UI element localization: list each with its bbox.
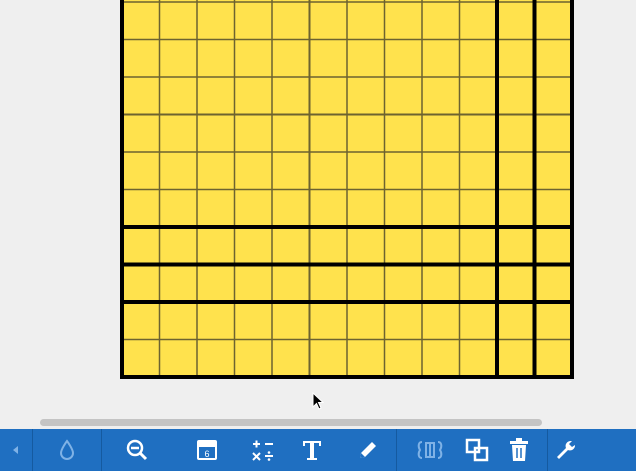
mouse-cursor-icon [312, 392, 325, 410]
group-icon [416, 439, 444, 461]
duplicate-button[interactable] [463, 429, 491, 471]
group-button[interactable] [397, 429, 463, 471]
base-ten-grid[interactable] [120, 0, 574, 379]
horizontal-scrollbar-thumb[interactable] [40, 419, 542, 426]
base-ten-grid-svg[interactable] [0, 0, 636, 415]
text-tool-button[interactable] [284, 429, 340, 471]
previous-button[interactable] [0, 429, 32, 471]
settings-icon [555, 439, 577, 461]
pencil-button[interactable] [340, 429, 396, 471]
svg-text:6: 6 [204, 449, 209, 459]
tile-piece-button[interactable]: 6 [172, 429, 242, 471]
previous-icon [9, 440, 23, 460]
bottom-toolbar: 6 [0, 429, 636, 471]
fill-color-button[interactable] [33, 429, 101, 471]
operations-icon [251, 438, 275, 462]
zoom-out-icon [125, 438, 149, 462]
settings-button[interactable] [548, 429, 583, 471]
duplicate-icon [465, 438, 489, 462]
pencil-icon [357, 439, 379, 461]
zoom-out-button[interactable] [102, 429, 172, 471]
fill-color-icon [57, 438, 77, 462]
trash-icon [509, 438, 529, 462]
operations-button[interactable] [242, 429, 284, 471]
trash-button[interactable] [491, 429, 547, 471]
tile-piece-icon: 6 [196, 439, 218, 461]
workspace-canvas[interactable] [0, 0, 636, 415]
text-tool-icon [301, 438, 323, 462]
